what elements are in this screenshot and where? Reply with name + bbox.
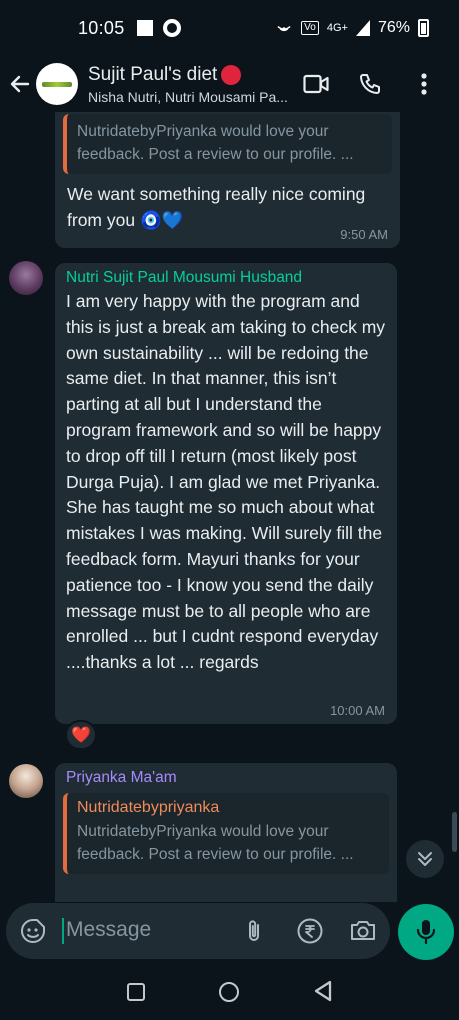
chat-title: Sujit Paul's diet: [88, 64, 303, 86]
status-bar: 10:05 Vo 4G+ 76%: [0, 0, 459, 56]
quoted-author: Nutridatebypriyanka: [77, 799, 220, 816]
system-nav-bar: [0, 962, 459, 1020]
emoji-sticker-icon[interactable]: [20, 918, 46, 949]
message-time: 9:50 AM: [340, 227, 388, 242]
heart-icon: ❤️: [71, 727, 91, 744]
volte-icon: Vo: [301, 21, 319, 35]
chat-message-list[interactable]: NutridatebyPriyanka would love your feed…: [0, 112, 459, 902]
battery-icon: [418, 19, 429, 37]
chat-info[interactable]: Sujit Paul's diet Nisha Nutri, Nutri Mou…: [88, 64, 303, 105]
mic-icon: [416, 920, 436, 945]
notification-ring-icon: [162, 19, 181, 37]
scroll-down-icon: [418, 852, 432, 866]
home-icon[interactable]: [219, 982, 239, 1002]
group-avatar[interactable]: [36, 63, 78, 105]
quoted-message[interactable]: Nutridatebypriyanka NutridatebyPriyanka …: [63, 793, 389, 874]
more-vert-icon[interactable]: [411, 71, 437, 97]
sender-name[interactable]: Priyanka Ma'am: [63, 769, 389, 787]
chat-header: Sujit Paul's diet Nisha Nutri, Nutri Mou…: [0, 56, 459, 112]
message-text: We want something really nice coming fro…: [67, 184, 366, 230]
scroll-down-button[interactable]: [406, 840, 444, 878]
rupee-payment-icon[interactable]: [296, 917, 324, 950]
message-bubble[interactable]: Nutri Sujit Paul Mousumi Husband I am ve…: [55, 263, 397, 724]
network-label: 4G+: [326, 22, 348, 34]
quoted-message[interactable]: NutridatebyPriyanka would love your feed…: [63, 114, 392, 174]
message-input[interactable]: Message: [6, 903, 390, 959]
back-arrow-icon[interactable]: [6, 70, 34, 98]
sender-avatar[interactable]: [9, 261, 43, 295]
chat-members: Nisha Nutri, Nutri Mousami Pa...: [88, 88, 288, 105]
phone-icon[interactable]: [357, 71, 383, 97]
attach-icon[interactable]: [243, 918, 265, 949]
recents-icon[interactable]: [127, 983, 145, 1001]
red-circle-emoji-icon: [221, 64, 242, 85]
video-call-icon[interactable]: [303, 71, 329, 97]
status-indicators: Vo 4G+ 76%: [275, 19, 429, 37]
battery-percent: 76%: [377, 19, 410, 36]
header-actions: [303, 71, 459, 97]
quoted-text: NutridatebyPriyanka would love your feed…: [77, 123, 354, 163]
quoted-text: NutridatebyPriyanka would love your feed…: [77, 823, 354, 863]
nav-back-icon[interactable]: [313, 980, 333, 1007]
scrollbar-thumb[interactable]: [452, 812, 457, 852]
composer-bar: Message: [0, 902, 459, 962]
status-time: 10:05: [78, 17, 125, 38]
sender-name[interactable]: Nutri Sujit Paul Mousumi Husband: [66, 269, 387, 287]
message-time: 10:00 AM: [330, 703, 385, 718]
text-cursor: [62, 918, 64, 944]
signal-icon: [355, 20, 370, 36]
hotspot-icon: [277, 25, 291, 32]
message-placeholder: Message: [66, 918, 152, 941]
message-bubble[interactable]: NutridatebyPriyanka would love your feed…: [55, 112, 400, 248]
camera-icon[interactable]: [349, 918, 377, 947]
heart-reaction[interactable]: ❤️: [65, 720, 97, 750]
message-bubble[interactable]: Priyanka Ma'am Nutridatebypriyanka Nutri…: [55, 763, 397, 902]
notification-square-icon: [136, 20, 153, 36]
sender-avatar[interactable]: [9, 764, 43, 798]
voice-record-button[interactable]: [398, 904, 454, 960]
message-text: I am very happy with the program and thi…: [66, 291, 386, 673]
